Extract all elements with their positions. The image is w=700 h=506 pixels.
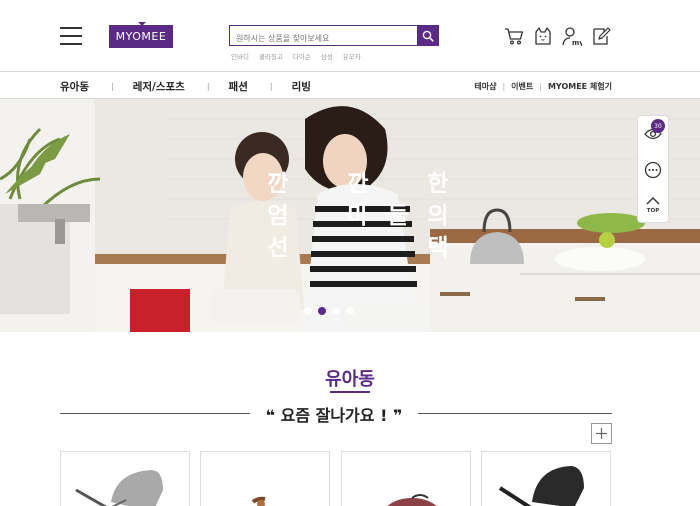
hero-char: 들 (387, 203, 409, 229)
product-card[interactable] (341, 451, 471, 506)
logo-notch (138, 22, 146, 26)
cart-icon[interactable] (504, 26, 524, 46)
write-icon[interactable] (591, 26, 611, 46)
nav-item-review[interactable]: MYOMEE 체험기 (548, 81, 612, 92)
slide-dot[interactable] (346, 307, 354, 315)
scroll-top-button[interactable]: TOP (638, 188, 668, 222)
section-title: 유아동 (325, 369, 375, 390)
nav-item-fashion[interactable]: 패션 (229, 79, 248, 94)
hero-char (298, 232, 338, 264)
menu-icon[interactable] (60, 27, 82, 47)
hero-char (378, 168, 418, 200)
main-nav: 유아동 | 레저/스포츠 | 패션 | 리빙 테마샵 | 이벤트 | MYOME… (0, 71, 700, 99)
stroller-image (251, 496, 266, 506)
hero-char: 선 (267, 235, 289, 261)
quote-close: ❞ (392, 406, 403, 425)
section-title-underline (330, 391, 370, 393)
search-box (229, 25, 439, 48)
top-label: TOP (646, 208, 660, 214)
hero-char (298, 168, 338, 200)
chat-icon (644, 161, 662, 179)
page: MYOMEE 인바디 쿨라징고 다이슨 삼성 유모차 (0, 0, 700, 506)
utility-icons: my (504, 26, 611, 46)
more-button[interactable] (591, 423, 612, 444)
hero-char (338, 232, 378, 264)
nav-divider: | (206, 82, 210, 91)
keyword-item[interactable]: 다이슨 (293, 51, 311, 61)
search-button[interactable] (417, 25, 439, 46)
hero-char: 엄 (267, 203, 289, 229)
logo-text: MYOMEE (115, 30, 167, 43)
divider-line (418, 413, 612, 414)
hero-copy-row: 깐 깐 한 (258, 168, 458, 200)
divider-line (60, 413, 250, 414)
nav-item-living[interactable]: 리빙 (292, 79, 311, 94)
product-card[interactable] (481, 451, 611, 506)
quote-open: ❝ (265, 406, 276, 425)
hero-char (378, 232, 418, 264)
nav-item-theme-shop[interactable]: 테마샵 (474, 81, 496, 92)
chat-button[interactable] (638, 154, 668, 186)
nav-divider: | (269, 82, 273, 91)
hero-copy-row: 엄 마 들 의 (258, 200, 458, 232)
slide-pagination (304, 307, 354, 315)
keyword-list: 인바디 쿨라징고 다이슨 삼성 유모차 (231, 51, 361, 61)
slide-dot[interactable] (332, 307, 340, 315)
hero-char (298, 200, 338, 232)
keyword-item[interactable]: 쿨라징고 (259, 51, 283, 61)
plus-icon (596, 428, 607, 439)
recent-count-badge: 30 (651, 119, 665, 133)
sub-nav: 테마샵 | 이벤트 | MYOMEE 체험기 (474, 81, 612, 92)
header: MYOMEE 인바디 쿨라징고 다이슨 삼성 유모차 (0, 0, 700, 72)
nav-item-leisure-sports[interactable]: 레저/스포츠 (133, 79, 185, 94)
slide-dot-active[interactable] (318, 307, 326, 315)
nav-item-kids[interactable]: 유아동 (60, 79, 89, 94)
stroller-image (75, 470, 163, 506)
hero-copy-row: 선 택 (258, 232, 458, 264)
hero-char: 깐 (347, 171, 369, 197)
product-card[interactable] (60, 451, 190, 506)
my-label: my (572, 39, 582, 46)
stroller-image (387, 494, 437, 506)
keyword-item[interactable]: 삼성 (321, 51, 333, 61)
hero-char: 마 (347, 203, 369, 229)
logo[interactable]: MYOMEE (109, 25, 173, 48)
nav-divider: | (539, 82, 542, 91)
nav-item-event[interactable]: 이벤트 (511, 81, 533, 92)
search-input[interactable] (230, 29, 416, 48)
hero-char: 깐 (267, 171, 289, 197)
product-card[interactable] (200, 451, 330, 506)
hero-banner[interactable]: 깐 깐 한 엄 마 들 의 선 택 (0, 99, 700, 332)
subtitle-text: 요즘 잘나가요 ! (280, 406, 388, 425)
keyword-item[interactable]: 인바디 (231, 51, 249, 61)
search-icon (422, 30, 434, 42)
cat-face-icon[interactable] (533, 26, 553, 46)
my-page-icon[interactable]: my (562, 26, 582, 46)
chevron-up-icon (646, 197, 660, 205)
hero-char: 의 (427, 203, 449, 229)
hero-copy: 깐 깐 한 엄 마 들 의 선 택 (258, 168, 458, 264)
section-subtitle: ❝ 요즘 잘나가요 ! ❞ (250, 402, 418, 426)
hero-char: 택 (427, 235, 449, 261)
nav-divider: | (502, 82, 506, 91)
slide-dot[interactable] (304, 307, 312, 315)
stroller-image (498, 466, 584, 506)
nav-divider: | (110, 82, 114, 91)
keyword-item[interactable]: 유모차 (343, 51, 361, 61)
category-nav: 유아동 | 레저/스포츠 | 패션 | 리빙 (60, 79, 311, 94)
hero-char: 한 (427, 171, 449, 197)
